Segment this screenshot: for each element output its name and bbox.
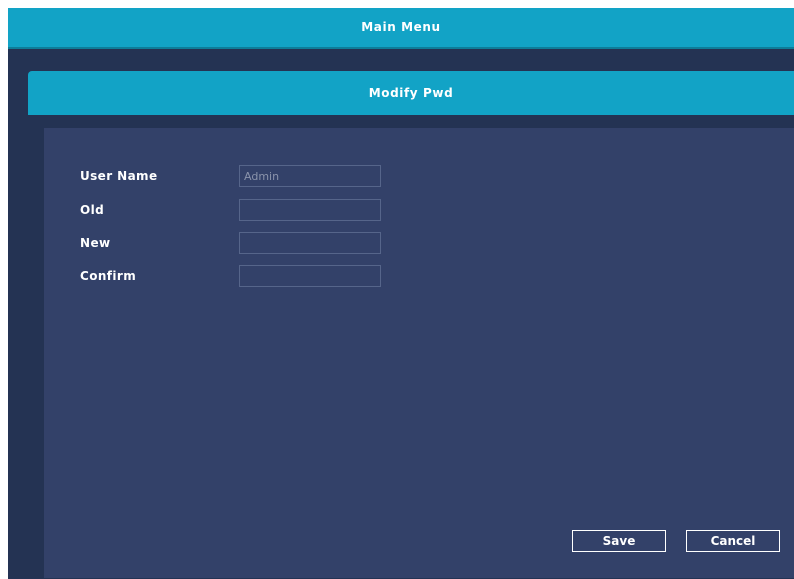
confirm-password-row: Confirm [44,265,794,289]
old-password-row: Old [44,199,794,223]
dialog-title: Modify Pwd [368,86,454,100]
confirm-password-field[interactable] [239,265,381,287]
main-menu-title: Main Menu [361,20,441,34]
user-name-label: User Name [80,169,158,183]
old-password-field[interactable] [239,199,381,221]
new-password-field[interactable] [239,232,381,254]
save-button[interactable]: Save [572,530,666,552]
dialog-body: User Name Old New Confirm Save Cancel [44,128,794,578]
new-password-label: New [80,236,111,250]
confirm-password-label: Confirm [80,269,137,283]
cancel-button[interactable]: Cancel [686,530,780,552]
user-name-row: User Name [44,165,794,189]
dialog-header: Modify Pwd [28,71,794,115]
main-menu-header: Main Menu [8,8,794,49]
old-password-label: Old [80,203,105,217]
new-password-row: New [44,232,794,256]
user-name-field[interactable] [239,165,381,187]
modify-password-dialog: Modify Pwd User Name Old New Confirm Sav… [28,71,794,579]
app-window: Main Menu Modify Pwd User Name Old New C… [8,8,794,579]
